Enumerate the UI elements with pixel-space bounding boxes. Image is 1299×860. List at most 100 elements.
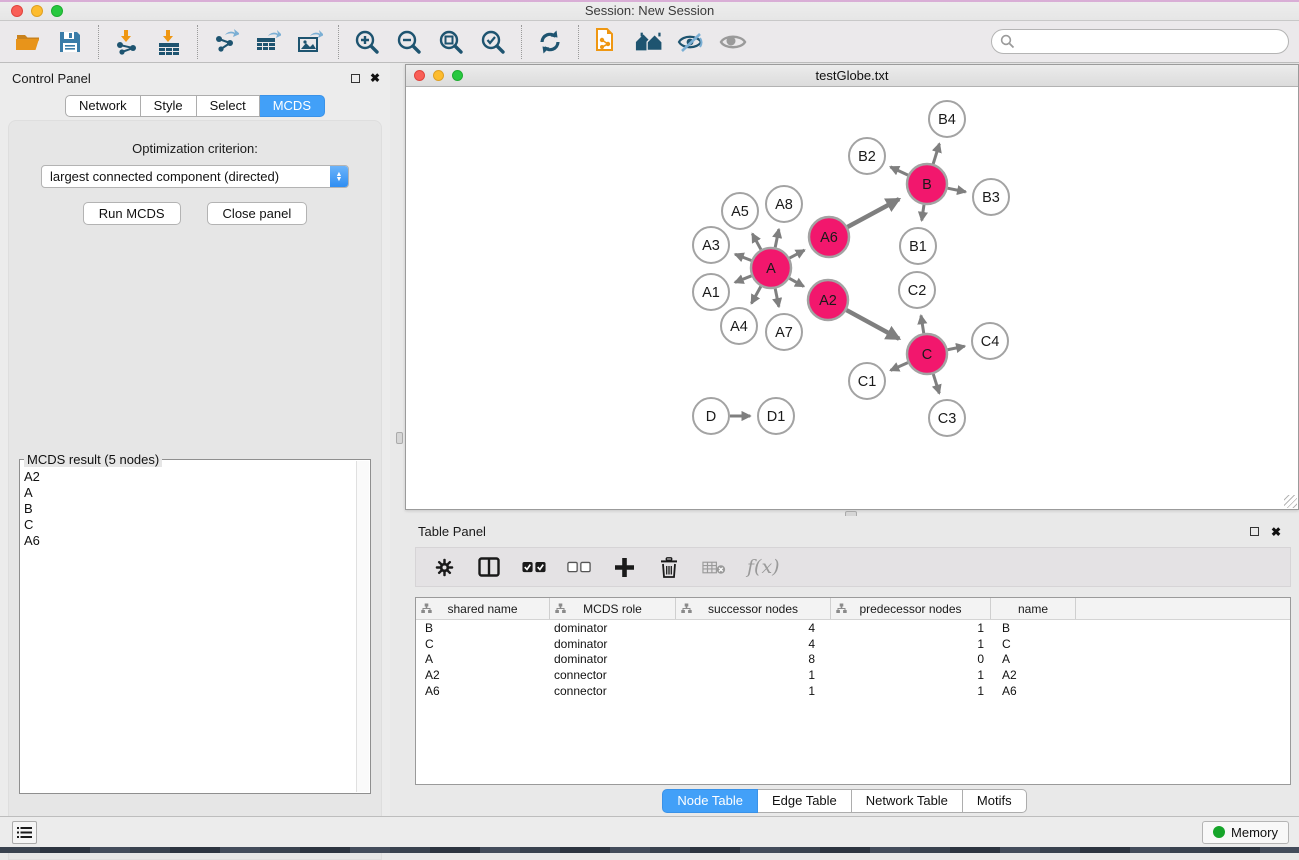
table-row[interactable]: Cdominator41C xyxy=(416,636,1290,652)
column-header-shared-name[interactable]: shared name xyxy=(416,598,550,619)
zoom-fit-icon[interactable] xyxy=(437,28,465,56)
hide-panel-icon[interactable] xyxy=(677,28,705,56)
network-window-titlebar[interactable]: testGlobe.txt xyxy=(406,65,1298,87)
network-file-icon[interactable] xyxy=(593,28,621,56)
graph-edge-C-C4[interactable] xyxy=(948,346,965,350)
float-table-panel-icon[interactable] xyxy=(1250,527,1259,536)
graph-edge-C-C2[interactable] xyxy=(921,315,924,333)
close-table-panel-icon[interactable]: ✖ xyxy=(1271,526,1281,538)
float-panel-icon[interactable] xyxy=(351,74,360,83)
tab-node-table[interactable]: Node Table xyxy=(662,789,758,813)
import-network-icon[interactable] xyxy=(113,28,141,56)
graph-edge-C-C1[interactable] xyxy=(891,363,908,371)
open-session-icon[interactable] xyxy=(14,28,42,56)
mcds-result-item[interactable]: A xyxy=(24,485,353,501)
graph-node-A[interactable]: A xyxy=(751,248,791,288)
zoom-selected-icon[interactable] xyxy=(479,28,507,56)
column-layout-icon[interactable] xyxy=(477,555,501,579)
close-panel-button[interactable]: Close panel xyxy=(207,202,308,225)
mcds-result-item[interactable]: A6 xyxy=(24,533,353,549)
tab-motifs[interactable]: Motifs xyxy=(963,789,1027,813)
criterion-dropdown[interactable]: largest connected component (directed) ▲… xyxy=(41,165,349,188)
zoom-out-icon[interactable] xyxy=(395,28,423,56)
close-panel-icon[interactable]: ✖ xyxy=(370,72,380,84)
save-session-icon[interactable] xyxy=(56,28,84,56)
graph-node-A5[interactable]: A5 xyxy=(722,193,758,229)
column-header-successor-nodes[interactable]: successor nodes xyxy=(676,598,831,619)
memory-button[interactable]: Memory xyxy=(1202,821,1289,844)
table-row[interactable]: A6connector11A6 xyxy=(416,683,1290,699)
graph-node-A6[interactable]: A6 xyxy=(809,217,849,257)
network-canvas[interactable]: B4 B2 B B3 A5A8A6 A3 A B1 A1 C2 A4A7A2 C C4 C1 C3 D D1 xyxy=(406,87,1298,509)
graph-node-B3[interactable]: B3 xyxy=(973,179,1009,215)
table-row[interactable]: Adominator80A xyxy=(416,651,1290,667)
vertical-splitter-grip[interactable] xyxy=(396,432,403,444)
graph-edge-B-B4[interactable] xyxy=(933,144,939,164)
tab-style[interactable]: Style xyxy=(141,95,197,117)
column-header-name[interactable]: name xyxy=(991,598,1076,619)
graph-node-D[interactable]: D xyxy=(693,398,729,434)
table-settings-icon[interactable] xyxy=(432,555,456,579)
mcds-result-item[interactable]: B xyxy=(24,501,353,517)
graph-node-C[interactable]: C xyxy=(907,334,947,374)
graph-node-A3[interactable]: A3 xyxy=(693,227,729,263)
graph-edge-A-A1[interactable] xyxy=(735,276,752,283)
graph-node-C2[interactable]: C2 xyxy=(899,272,935,308)
add-column-icon[interactable] xyxy=(612,555,636,579)
task-history-button[interactable] xyxy=(12,821,37,844)
search-input[interactable] xyxy=(1015,34,1280,49)
refresh-layout-icon[interactable] xyxy=(536,28,564,56)
graph-node-B2[interactable]: B2 xyxy=(849,138,885,174)
graph-edge-A-A3[interactable] xyxy=(735,254,751,260)
table-row[interactable]: Bdominator41B xyxy=(416,620,1290,636)
graph-node-A1[interactable]: A1 xyxy=(693,274,729,310)
window-resize-grip[interactable] xyxy=(1284,495,1297,508)
graph-node-B1[interactable]: B1 xyxy=(900,228,936,264)
show-panel-icon[interactable] xyxy=(719,28,747,56)
select-all-columns-icon[interactable] xyxy=(522,555,546,579)
graph-edge-B-B2[interactable] xyxy=(890,167,908,175)
tab-edge-table[interactable]: Edge Table xyxy=(758,789,852,813)
delete-column-icon[interactable] xyxy=(657,555,681,579)
export-image-icon[interactable] xyxy=(296,28,324,56)
tab-select[interactable]: Select xyxy=(197,95,260,117)
tab-network[interactable]: Network xyxy=(65,95,141,117)
graph-node-D1[interactable]: D1 xyxy=(758,398,794,434)
graph-node-B4[interactable]: B4 xyxy=(929,101,965,137)
import-table-icon[interactable] xyxy=(155,28,183,56)
mcds-result-item[interactable]: A2 xyxy=(24,469,353,485)
graph-edge-A-A2[interactable] xyxy=(789,278,803,286)
graph-edge-A2-C[interactable] xyxy=(846,310,899,339)
run-mcds-button[interactable]: Run MCDS xyxy=(83,202,181,225)
graph-edge-A-A6[interactable] xyxy=(790,250,805,258)
graph-edge-A-A5[interactable] xyxy=(752,234,761,250)
zoom-in-icon[interactable] xyxy=(353,28,381,56)
graph-edge-B-B3[interactable] xyxy=(948,188,966,192)
graph-node-A7[interactable]: A7 xyxy=(766,314,802,350)
graph-node-A4[interactable]: A4 xyxy=(721,308,757,344)
column-header-mcds-role[interactable]: MCDS role xyxy=(550,598,676,619)
function-builder-icon[interactable]: f(x) xyxy=(747,556,780,578)
tab-network-table[interactable]: Network Table xyxy=(852,789,963,813)
mcds-result-item[interactable]: C xyxy=(24,517,353,533)
graph-edge-A-A7[interactable] xyxy=(775,289,779,307)
export-table-icon[interactable] xyxy=(254,28,282,56)
column-header-predecessor-nodes[interactable]: predecessor nodes xyxy=(831,598,991,619)
deselect-all-columns-icon[interactable] xyxy=(567,555,591,579)
graph-edge-B-B1[interactable] xyxy=(922,205,924,221)
mcds-list-scrollbar[interactable] xyxy=(356,461,369,792)
graph-node-B[interactable]: B xyxy=(907,164,947,204)
graph-node-A2[interactable]: A2 xyxy=(808,280,848,320)
export-network-icon[interactable] xyxy=(212,28,240,56)
graph-node-A8[interactable]: A8 xyxy=(766,186,802,222)
graph-node-C4[interactable]: C4 xyxy=(972,323,1008,359)
graph-node-C1[interactable]: C1 xyxy=(849,363,885,399)
graph-node-C3[interactable]: C3 xyxy=(929,400,965,436)
graph-edge-A6-B[interactable] xyxy=(847,199,899,227)
graph-edge-A-A4[interactable] xyxy=(751,286,760,303)
tab-mcds[interactable]: MCDS xyxy=(260,95,325,117)
delete-table-icon[interactable] xyxy=(702,555,726,579)
graph-edge-A-A8[interactable] xyxy=(775,229,779,247)
graph-edge-C-C3[interactable] xyxy=(933,374,939,393)
home-icon[interactable] xyxy=(635,28,663,56)
